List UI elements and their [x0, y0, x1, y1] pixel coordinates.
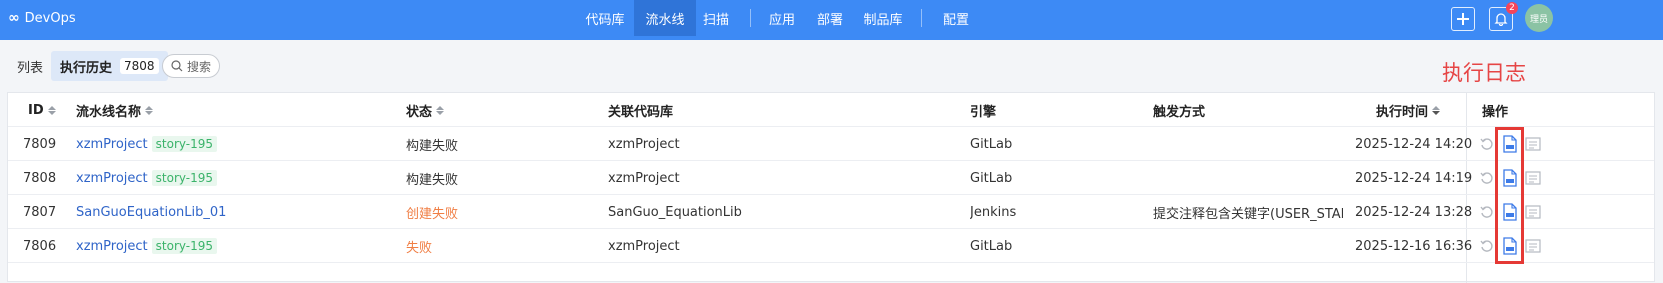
main-nav: 代码库 流水线 扫描 应用 部署 制品库 配置: [582, 0, 971, 36]
branch-tag: story-195: [151, 238, 218, 254]
col-trigger: 触发方式: [1153, 104, 1206, 120]
plus-icon: [1457, 13, 1469, 25]
nav-item-scan[interactable]: 扫描: [700, 0, 732, 36]
table-row: 7806 xzmProject story-195 失败 xzmProject …: [8, 229, 1654, 263]
notification-badge: 2: [1506, 2, 1518, 14]
detail-icon[interactable]: [1524, 169, 1542, 187]
devops-logo-icon: ∞: [8, 10, 20, 26]
top-bar: ∞ DevOps 代码库 流水线 扫描 应用 部署 制品库 配置 2 理员: [0, 0, 1663, 40]
log-icons-highlight-box: [1495, 127, 1524, 264]
tab-history[interactable]: 执行历史 7808: [51, 51, 168, 81]
branch-tag: story-195: [151, 170, 218, 186]
retry-icon[interactable]: [1478, 203, 1496, 221]
col-actions: 操作: [1482, 104, 1509, 120]
history-table: ID 流水线名称 状态 关联代码库 引擎 触发方式 执行时间 操作 7809 x…: [7, 92, 1655, 283]
history-count-badge: 7808: [120, 58, 159, 74]
pipeline-link[interactable]: xzmProject: [76, 239, 148, 254]
row-time: 2025-12-24 13:28: [1355, 204, 1473, 220]
pipeline-link[interactable]: SanGuoEquationLib_01: [76, 205, 226, 220]
row-id: 7809: [23, 136, 57, 152]
row-name: SanGuoEquationLib_01: [76, 195, 226, 229]
row-id: 7806: [23, 238, 57, 254]
table-row: 7807 SanGuoEquationLib_01 创建失败 SanGuo_Eq…: [8, 195, 1654, 229]
search-label: 搜索: [187, 59, 212, 74]
nav-divider: [921, 9, 922, 27]
nav-item-apps[interactable]: 应用: [767, 0, 797, 36]
pipeline-link[interactable]: xzmProject: [76, 137, 148, 152]
col-repo: 关联代码库: [608, 104, 674, 120]
row-trigger: 提交注释包含关键字(USER_START: [1153, 206, 1343, 222]
row-engine: GitLab: [970, 238, 1013, 254]
col-id[interactable]: ID: [28, 93, 56, 127]
row-engine: GitLab: [970, 170, 1013, 186]
add-button[interactable]: [1451, 7, 1475, 31]
retry-icon[interactable]: [1478, 169, 1496, 187]
nav-divider: [750, 9, 751, 27]
row-status: 创建失败: [406, 206, 459, 222]
row-name: xzmProject story-195: [76, 229, 218, 263]
brand-name: DevOps: [24, 10, 76, 26]
row-id: 7808: [23, 170, 57, 186]
search-icon: [171, 60, 183, 72]
sort-icon[interactable]: [436, 105, 445, 115]
nav-item-settings[interactable]: 配置: [941, 0, 971, 36]
annotation-label: 执行日志: [1442, 61, 1526, 85]
retry-icon[interactable]: [1478, 237, 1496, 255]
row-trigger: [1153, 127, 1343, 161]
table-row: 7808 xzmProject story-195 构建失败 xzmProjec…: [8, 161, 1654, 195]
branch-tag: story-195: [151, 136, 218, 152]
row-engine: GitLab: [970, 136, 1013, 152]
row-id: 7807: [23, 204, 57, 220]
col-time[interactable]: 执行时间: [1376, 93, 1441, 127]
sub-toolbar: 列表 执行历史 7808 搜索 执行日志: [0, 40, 1663, 92]
sort-icon[interactable]: [47, 105, 56, 115]
row-name: xzmProject story-195: [76, 161, 218, 195]
tab-history-label: 执行历史: [60, 60, 113, 76]
nav-item-artifacts[interactable]: 制品库: [861, 0, 905, 36]
col-name[interactable]: 流水线名称: [76, 93, 154, 127]
detail-icon[interactable]: [1524, 203, 1542, 221]
sort-icon[interactable]: [1432, 105, 1441, 115]
row-trigger: [1153, 161, 1343, 195]
row-time: 2025-12-16 16:36: [1355, 238, 1473, 254]
row-repo: xzmProject: [608, 238, 680, 254]
retry-icon[interactable]: [1478, 135, 1496, 153]
row-repo: SanGuo_EquationLib: [608, 204, 742, 220]
row-repo: xzmProject: [608, 170, 680, 186]
row-name: xzmProject story-195: [76, 127, 218, 161]
row-time: 2025-12-24 14:20: [1355, 136, 1473, 152]
bell-icon: [1494, 13, 1508, 26]
col-engine: 引擎: [970, 104, 997, 120]
avatar[interactable]: 理员: [1525, 4, 1553, 32]
table-row: 7809 xzmProject story-195 构建失败 xzmProjec…: [8, 127, 1654, 161]
nav-item-repos[interactable]: 代码库: [582, 0, 628, 36]
nav-item-pipelines[interactable]: 流水线: [634, 0, 696, 36]
detail-icon[interactable]: [1524, 135, 1542, 153]
row-repo: xzmProject: [608, 136, 680, 152]
table-header: ID 流水线名称 状态 关联代码库 引擎 触发方式 执行时间 操作: [8, 93, 1654, 127]
row-status: 构建失败: [406, 172, 459, 188]
row-status: 失败: [406, 240, 433, 256]
pipeline-link[interactable]: xzmProject: [76, 171, 148, 186]
search-button[interactable]: 搜索: [162, 54, 220, 78]
row-time: 2025-12-24 14:19: [1355, 170, 1473, 186]
brand[interactable]: ∞ DevOps: [8, 0, 76, 36]
tab-list[interactable]: 列表: [17, 57, 43, 76]
sort-icon[interactable]: [145, 105, 154, 115]
row-status: 构建失败: [406, 138, 459, 154]
row-engine: Jenkins: [970, 204, 1017, 220]
detail-icon[interactable]: [1524, 237, 1542, 255]
nav-item-deploy[interactable]: 部署: [815, 0, 845, 36]
row-trigger: [1153, 229, 1343, 263]
col-status[interactable]: 状态: [406, 93, 445, 127]
notifications-button[interactable]: 2: [1489, 2, 1518, 31]
